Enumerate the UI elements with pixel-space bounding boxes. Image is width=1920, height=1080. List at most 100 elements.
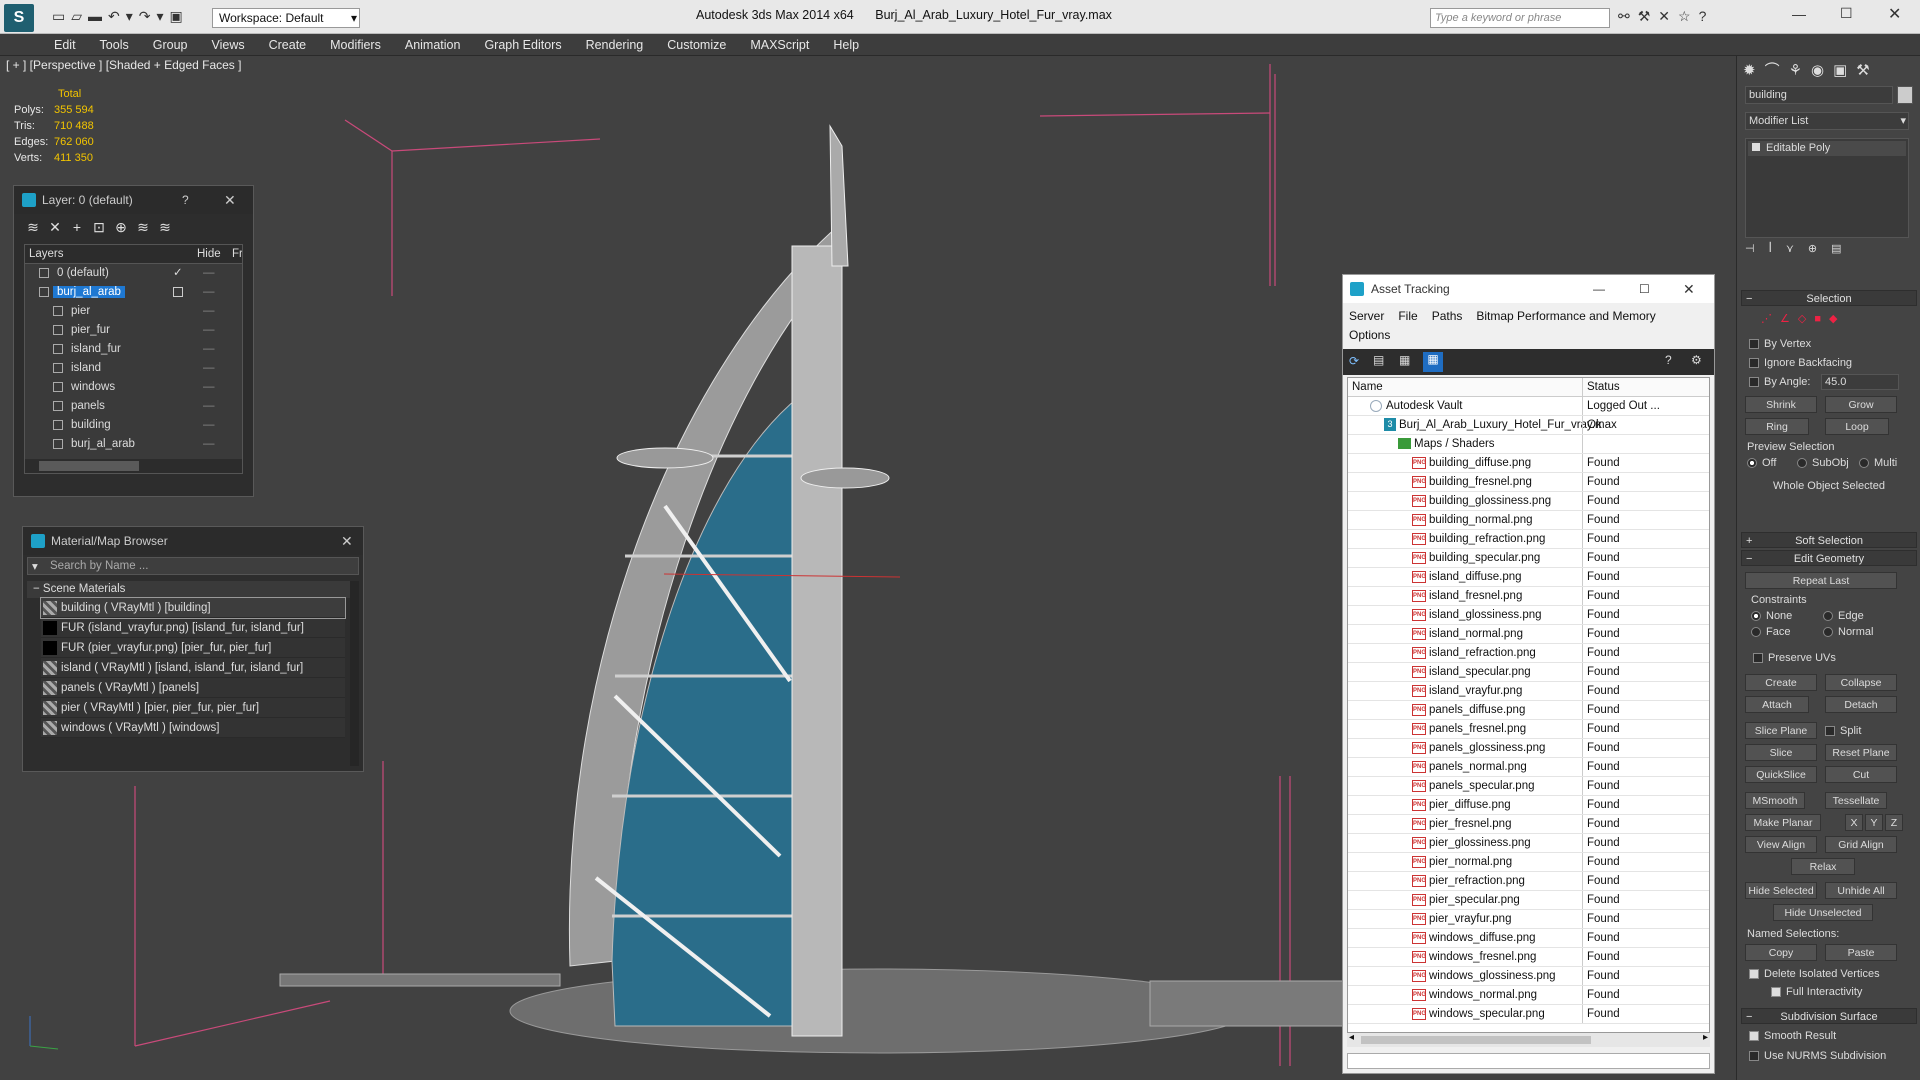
material-browser-title[interactable]: Material/Map Browser ✕ (23, 527, 363, 555)
menu-tools[interactable]: Tools (88, 34, 141, 56)
infocenter-icons[interactable]: ⚯⚒✕☆? (1618, 8, 1714, 25)
asset-row[interactable]: PNG building_refraction.png Found (1348, 530, 1709, 549)
tessellate-button[interactable]: Tessellate (1825, 792, 1887, 809)
asset-row[interactable]: PNG panels_glossiness.png Found (1348, 739, 1709, 758)
layer-row[interactable]: island — (25, 359, 242, 378)
asset-row[interactable]: PNG building_diffuse.png Found (1348, 454, 1709, 473)
hide-toggle[interactable]: — (203, 397, 215, 416)
menu-animation[interactable]: Animation (393, 34, 473, 56)
layer-row[interactable]: pier — (25, 302, 242, 321)
repeat-last-button[interactable]: Repeat Last (1745, 572, 1897, 589)
asset-row[interactable]: PNG pier_fresnel.png Found (1348, 815, 1709, 834)
soft-selection-rollout[interactable]: + Soft Selection (1741, 532, 1917, 548)
hide-toggle[interactable]: — (203, 435, 215, 454)
asset-menu-server[interactable]: Server (1349, 307, 1384, 326)
material-scrollbar[interactable] (350, 581, 359, 766)
highlight-layer-icon[interactable]: ⊕ (110, 217, 132, 237)
hide-toggle[interactable]: — (203, 302, 215, 321)
layer-row[interactable]: island_fur — (25, 340, 242, 359)
planar-z-button[interactable]: Z (1885, 814, 1903, 831)
menu-graph-editors[interactable]: Graph Editors (472, 34, 573, 56)
hide-toggle[interactable]: — (203, 340, 215, 359)
select-objects-icon[interactable]: ⊡ (88, 217, 110, 237)
attach-button[interactable]: Attach (1745, 696, 1809, 713)
material-item[interactable]: FUR (pier_vrayfur.png) [pier_fur, pier_f… (41, 638, 345, 658)
search-input[interactable]: Type a keyword or phrase (1430, 8, 1610, 28)
maximize-button[interactable]: ☐ (1840, 5, 1853, 22)
asset-row[interactable]: PNG building_normal.png Found (1348, 511, 1709, 530)
menu-edit[interactable]: Edit (42, 34, 88, 56)
maximize-button[interactable]: ☐ (1639, 275, 1650, 303)
asset-row[interactable]: PNG windows_fresnel.png Found (1348, 948, 1709, 967)
detach-button[interactable]: Detach (1825, 696, 1897, 713)
asset-row[interactable]: PNG island_glossiness.png Found (1348, 606, 1709, 625)
asset-row[interactable]: PNG windows_diffuse.png Found (1348, 929, 1709, 948)
hide-toggle[interactable]: — (203, 378, 215, 397)
asset-row[interactable]: PNG windows_normal.png Found (1348, 986, 1709, 1005)
ring-button[interactable]: Ring (1745, 418, 1809, 435)
asset-row[interactable]: Maps / Shaders (1348, 435, 1709, 454)
selection-rollout[interactable]: − Selection (1741, 290, 1917, 306)
set-current-layer-icon[interactable] (173, 287, 183, 297)
app-logo-icon[interactable]: S (4, 4, 34, 32)
slice-plane-button[interactable]: Slice Plane (1745, 722, 1817, 739)
asset-row[interactable]: PNG panels_normal.png Found (1348, 758, 1709, 777)
grow-button[interactable]: Grow (1825, 396, 1897, 413)
asset-menu-paths[interactable]: Paths (1432, 307, 1463, 326)
modifier-list-dropdown[interactable]: Modifier List ▾ (1745, 112, 1909, 130)
menu-rendering[interactable]: Rendering (574, 34, 656, 56)
collapse-button[interactable]: Collapse (1825, 674, 1897, 691)
close-button[interactable]: ✕ (1888, 4, 1901, 24)
by-angle-checkbox[interactable]: By Angle: (1749, 376, 1810, 388)
asset-row[interactable]: 3 Burj_Al_Arab_Luxury_Hotel_Fur_vray.max O… (1348, 416, 1709, 435)
layer-row[interactable]: building — (25, 416, 242, 435)
relax-button[interactable]: Relax (1791, 858, 1855, 875)
quickslice-button[interactable]: QuickSlice (1745, 766, 1817, 783)
split-checkbox[interactable]: Split (1825, 725, 1861, 737)
material-item[interactable]: island ( VRayMtl ) [island, island_fur, … (41, 658, 345, 678)
grid-align-button[interactable]: Grid Align (1825, 836, 1897, 853)
asset-table[interactable]: Name Status Autodesk Vault Logged Out ...… (1347, 377, 1710, 1033)
close-icon[interactable]: ✕ (341, 527, 353, 555)
help-button[interactable]: ? (182, 186, 189, 214)
reset-plane-button[interactable]: Reset Plane (1825, 744, 1897, 761)
help-icon[interactable]: ? (1665, 353, 1672, 367)
asset-row[interactable]: PNG building_fresnel.png Found (1348, 473, 1709, 492)
asset-row[interactable]: PNG building_glossiness.png Found (1348, 492, 1709, 511)
menu-help[interactable]: Help (821, 34, 871, 56)
workspace-dropdown[interactable]: Workspace: Default ▾ (212, 8, 360, 28)
add-to-layer-icon[interactable]: + (66, 217, 88, 237)
by-vertex-checkbox[interactable]: By Vertex (1749, 338, 1811, 350)
cut-button[interactable]: Cut (1825, 766, 1897, 783)
loop-button[interactable]: Loop (1825, 418, 1889, 435)
hide-toggle[interactable]: — (203, 283, 215, 302)
preserve-uvs-checkbox[interactable]: Preserve UVs (1753, 652, 1836, 664)
asset-row[interactable]: PNG island_fresnel.png Found (1348, 587, 1709, 606)
preview-subobj-radio[interactable]: SubObj (1797, 457, 1849, 469)
full-interactivity-checkbox[interactable]: Full Interactivity (1771, 986, 1862, 998)
use-nurms-checkbox[interactable]: Use NURMS Subdivision (1749, 1050, 1886, 1062)
ignore-backfacing-checkbox[interactable]: Ignore Backfacing (1749, 357, 1852, 369)
freeze-all-icon[interactable]: ≋ (154, 217, 176, 237)
menu-views[interactable]: Views (199, 34, 256, 56)
list-view-icon[interactable]: ▤ (1373, 353, 1384, 367)
hide-selected-button[interactable]: Hide Selected (1745, 882, 1817, 899)
asset-row[interactable]: PNG pier_refraction.png Found (1348, 872, 1709, 891)
asset-menu-file[interactable]: File (1398, 307, 1417, 326)
command-panel-tabs[interactable]: ✹⌒⚘◉▣⚒ (1737, 56, 1920, 82)
asset-row[interactable]: PNG building_specular.png Found (1348, 549, 1709, 568)
close-button[interactable]: ✕ (1683, 275, 1695, 303)
new-layer-icon[interactable]: ≋ (22, 217, 44, 237)
delete-isolated-checkbox[interactable]: Delete Isolated Vertices (1749, 968, 1880, 980)
table-view-icon[interactable]: ▦ (1399, 353, 1410, 367)
settings-icon[interactable]: ⚙ (1691, 353, 1702, 367)
asset-row[interactable]: PNG panels_fresnel.png Found (1348, 720, 1709, 739)
material-item[interactable]: building ( VRayMtl ) [building] (40, 597, 346, 619)
hide-toggle[interactable]: — (203, 416, 215, 435)
hide-toggle[interactable]: — (203, 321, 215, 340)
constraint-normal-radio[interactable]: Normal (1823, 626, 1873, 638)
view-align-button[interactable]: View Align (1745, 836, 1817, 853)
planar-x-button[interactable]: X (1845, 814, 1863, 831)
asset-row[interactable]: PNG island_refraction.png Found (1348, 644, 1709, 663)
asset-row[interactable]: PNG windows_specular.png Found (1348, 1005, 1709, 1024)
